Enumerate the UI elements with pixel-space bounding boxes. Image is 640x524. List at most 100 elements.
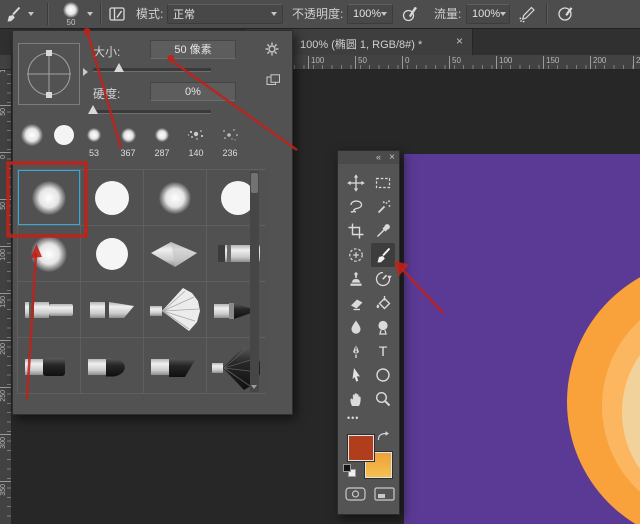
vertical-ruler[interactable]: 100 50 0 50 100 150 200 250 300 350 [0,55,12,524]
size-pressure-button[interactable] [554,3,576,25]
tab-close-icon[interactable]: × [456,35,463,47]
dodge-tool[interactable] [371,315,395,339]
blur-tool[interactable] [344,315,368,339]
brush-preset-cell[interactable] [81,170,143,225]
toggle-brush-settings-panel-button[interactable] [106,3,128,25]
hardness-slider-thumb[interactable] [88,105,98,114]
brush-preset-cell[interactable] [18,282,80,337]
scrollbar-thumb[interactable] [251,173,258,193]
size-slider-thumb[interactable] [114,63,124,72]
hardness-slider[interactable] [93,110,211,114]
brush-preset-cell[interactable] [144,338,206,393]
recent-brush-soft-round[interactable] [17,123,47,147]
soft-round-brush-icon [159,182,191,214]
move-tool[interactable] [344,171,368,195]
soft-round-brush-icon [21,124,43,146]
brush-angle-control[interactable] [18,43,80,105]
flip-arrow-icon[interactable] [83,68,88,76]
brush-size-input[interactable]: 50 像素 [150,40,236,59]
document-canvas[interactable] [404,154,640,524]
close-panel-icon[interactable]: × [389,152,395,163]
recent-brush-367[interactable] [113,123,143,147]
brush-preset-cell[interactable] [207,282,269,337]
create-brush-icon[interactable] [266,74,281,86]
recent-brush-140[interactable] [181,123,211,147]
recent-brush-236[interactable] [215,123,245,147]
edit-toolbar-icon[interactable]: ••• [347,413,359,423]
type-tool[interactable]: T [371,339,395,363]
collapse-panel-icon[interactable]: « [376,152,381,163]
brush-preset-cell[interactable] [81,338,143,393]
lasso-tool[interactable] [344,195,368,219]
v-ruler-minor-ticks [7,55,11,524]
paint-bucket-tool[interactable] [371,291,395,315]
brush-icon [374,246,392,264]
size-label: 大小: [93,43,120,60]
brush-preset-cell[interactable] [207,338,269,393]
move-icon [347,174,365,192]
magic-wand-tool[interactable] [371,195,395,219]
blend-mode-select[interactable]: 正常 [167,4,283,24]
v-ruler-label: 200 [0,343,7,355]
brush-grid-scrollbar[interactable] [250,171,259,392]
h-ruler-label: 150 [543,56,559,69]
brush-tool[interactable] [371,243,395,267]
brush-preset-cell[interactable] [18,226,80,281]
ellipse-shape-tool[interactable] [371,363,395,387]
swap-colors-icon[interactable] [376,430,390,442]
v-ruler-tick: 0 [0,152,11,153]
path-selection-tool[interactable] [344,363,368,387]
brush-preset-cell[interactable] [144,170,206,225]
v-ruler-tick: 50 [0,105,11,106]
opacity-select[interactable]: 100% [347,4,393,24]
rectangular-marquee-tool[interactable] [371,171,395,195]
opacity-pressure-button[interactable] [399,3,421,25]
v-ruler-label: 50 [0,202,7,210]
quick-mask-button[interactable] [345,487,366,501]
v-ruler-tick: 200 [0,340,11,341]
photoshop-window: 100% (椭圆 1, RGB/8#) * × 100 50 0 50 100 … [0,0,640,524]
zoom-tool[interactable] [371,387,395,411]
v-ruler-label: 350 [0,484,7,496]
current-tool-button[interactable] [4,3,42,25]
v-ruler-tick: 350 [0,481,11,482]
type-icon: T [374,342,392,360]
foreground-color-swatch[interactable] [348,435,374,461]
v-ruler-label: 100 [0,249,7,261]
spatter-brush-icon [219,126,241,144]
brush-preset-cell[interactable] [207,170,269,225]
scrollbar-down-arrow-icon[interactable] [251,385,257,389]
ellipse-artwork [404,154,640,524]
eyedropper-tool[interactable] [371,219,395,243]
screen-mode-button[interactable] [374,487,395,501]
pen-tool[interactable] [344,339,368,363]
clone-stamp-tool[interactable] [344,267,368,291]
brush-hardness-input[interactable]: 0% [150,82,236,101]
brush-preset-cell[interactable] [81,226,143,281]
brush-preset-cell[interactable] [144,282,206,337]
hand-icon [347,390,365,408]
gear-icon[interactable] [264,41,280,57]
h-ruler-label: 50 [355,56,367,69]
size-slider[interactable] [93,68,211,72]
brush-preset-cell-selected[interactable] [18,170,80,225]
hand-tool[interactable] [344,387,368,411]
airbrush-button[interactable] [516,3,538,25]
tools-panel-header[interactable]: « × [338,151,399,164]
default-foreground-mini-swatch[interactable] [343,464,351,472]
recent-brush-53[interactable] [79,123,109,147]
recent-brush-287[interactable] [147,123,177,147]
soft-round-brush-icon [121,128,136,143]
flow-select[interactable]: 100% [466,4,510,24]
brush-preset-cell[interactable] [81,282,143,337]
crop-tool[interactable] [344,219,368,243]
recent-brush-hard-round[interactable] [49,123,79,147]
brush-preset-cell[interactable] [207,226,269,281]
paint-bucket-icon [374,294,392,312]
history-brush-tool[interactable] [371,267,395,291]
eraser-tool[interactable] [344,291,368,315]
brush-preset-cell[interactable] [18,338,80,393]
spot-healing-tool[interactable] [344,243,368,267]
brush-preset-cell[interactable] [144,226,206,281]
brush-preset-picker-button[interactable]: 50 [54,1,98,27]
